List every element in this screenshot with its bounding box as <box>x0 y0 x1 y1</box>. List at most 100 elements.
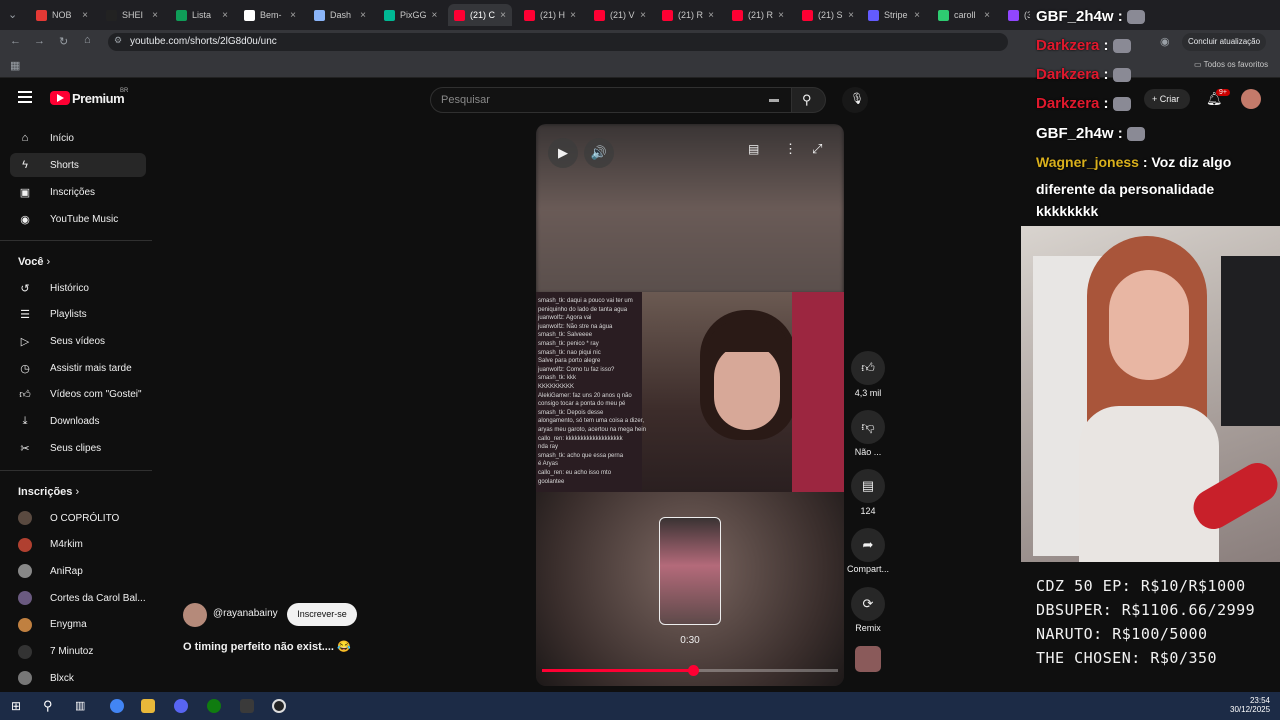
play-button[interactable]: ▶ <box>548 138 578 168</box>
sidebar-item-download[interactable]: ⤓ Downloads <box>10 410 146 434</box>
bangs-shape <box>708 322 788 352</box>
volume-button[interactable]: 🔊 <box>584 138 614 168</box>
tab-close-icon[interactable]: × <box>82 10 88 21</box>
url-field[interactable]: youtube.com/shorts/2lG8d0u/unc <box>108 33 1008 51</box>
subscriptions-section-title[interactable]: Inscrições › <box>18 486 79 498</box>
home-icon[interactable]: ⌂ <box>84 34 91 46</box>
audio-thumbnail[interactable] <box>855 646 881 672</box>
subscription-item[interactable]: 7 Minutoz <box>10 640 146 664</box>
fullscreen-icon[interactable]: ⤢ <box>812 141 822 157</box>
browser-tab[interactable]: Lista × <box>170 4 234 26</box>
browser-tab[interactable]: NOB × <box>30 4 94 26</box>
menu-icon[interactable] <box>18 91 32 103</box>
profile-icon[interactable]: ◉ <box>1160 35 1170 48</box>
sidebar-item-music[interactable]: ◉ YouTube Music <box>10 207 146 231</box>
comments-button[interactable]: ▤ <box>851 469 885 503</box>
you-section-title[interactable]: Você › <box>18 256 50 268</box>
keyboard-icon[interactable]: ▬ <box>769 94 779 105</box>
browser-tab[interactable]: Bem- × <box>238 4 302 26</box>
tab-close-icon[interactable]: × <box>640 10 646 21</box>
dislike-button[interactable]: 👎︎ <box>851 410 885 444</box>
short-player[interactable]: smash_tk: daqui a pouco vai ter um peniqu… <box>536 124 844 686</box>
create-button[interactable]: + Criar <box>1144 89 1190 109</box>
browser-tab[interactable]: (21) V × <box>588 4 652 26</box>
chrome-taskbar-icon[interactable] <box>110 699 124 713</box>
tab-close-icon[interactable]: × <box>290 10 296 21</box>
tab-close-icon[interactable]: × <box>152 10 158 21</box>
tab-close-icon[interactable]: × <box>222 10 228 21</box>
browser-tab[interactable]: (21) C × <box>448 4 512 26</box>
remix-button[interactable]: ⟳ <box>851 587 885 621</box>
sidebar-item-like[interactable]: 👍︎ Vídeos com "Gostei" <box>10 383 146 407</box>
forward-icon[interactable]: → <box>34 35 45 47</box>
explorer-taskbar-icon[interactable] <box>141 699 155 713</box>
share-button[interactable]: ➦ <box>851 528 885 562</box>
tab-close-icon[interactable]: × <box>500 10 506 21</box>
like-icon: 👍︎ <box>19 389 31 402</box>
sidebar-item-subscriptions[interactable]: ▣ Inscrições <box>10 180 146 204</box>
tab-search-icon[interactable]: ⌄ <box>8 8 17 21</box>
search-placeholder: Pesquisar <box>441 94 490 106</box>
subscription-item[interactable]: Cortes da Carol Bal... <box>10 586 146 610</box>
sidebar-item-playlist[interactable]: ☰ Playlists <box>10 303 146 327</box>
tab-favicon-icon <box>244 9 255 21</box>
site-info-icon[interactable]: ⚙ <box>114 35 122 46</box>
browser-tab[interactable]: SHEI × <box>100 4 164 26</box>
browser-tab[interactable]: (21) R × <box>656 4 720 26</box>
task-view-icon[interactable]: ▥ <box>75 699 85 712</box>
browser-tab[interactable]: caroll × <box>932 4 996 26</box>
tab-close-icon[interactable]: × <box>360 10 366 21</box>
all-favorites-link[interactable]: ▭ Todos os favoritos <box>1194 60 1268 69</box>
subscription-item[interactable]: AniRap <box>10 559 146 583</box>
subscription-item[interactable]: Blxck <box>10 666 146 690</box>
tab-close-icon[interactable]: × <box>848 10 854 21</box>
tab-close-icon[interactable]: × <box>778 10 784 21</box>
sidebar-item-history[interactable]: ↺ Histórico <box>10 276 146 300</box>
captions-icon[interactable]: ▤ <box>748 142 759 156</box>
tab-close-icon[interactable]: × <box>984 10 990 21</box>
browser-tab[interactable]: Dash × <box>308 4 372 26</box>
browser-tab[interactable]: (21) S × <box>796 4 860 26</box>
tab-close-icon[interactable]: × <box>914 10 920 21</box>
subscription-item[interactable]: Enygma <box>10 613 146 637</box>
security-taskbar-icon[interactable] <box>240 699 254 713</box>
browser-tab[interactable]: (3) c <box>1002 4 1030 26</box>
channel-name[interactable]: @rayanabainy <box>213 608 278 619</box>
xbox-taskbar-icon[interactable] <box>207 699 221 713</box>
search-input[interactable]: Pesquisar ▬ <box>430 87 792 113</box>
voice-search-button[interactable]: 🎙 <box>842 87 868 113</box>
taskbar-search-icon[interactable]: ⚲ <box>43 698 53 714</box>
sidebar-item-watch-later[interactable]: ◷ Assistir mais tarde <box>10 356 146 380</box>
browser-tab[interactable]: PixGG × <box>378 4 442 26</box>
sidebar-item-video[interactable]: ▷ Seus vídeos <box>10 329 146 353</box>
more-options-icon[interactable]: ⋮ <box>784 141 797 157</box>
subscription-item[interactable]: O COPRÓLITO <box>10 506 146 530</box>
account-avatar[interactable] <box>1241 89 1261 109</box>
sidebar-item-home[interactable]: ⌂ Início <box>10 126 146 150</box>
youtube-logo-text[interactable]: Premium <box>72 91 125 106</box>
tab-close-icon[interactable]: × <box>432 10 438 21</box>
tab-close-icon[interactable]: × <box>708 10 714 21</box>
channel-avatar[interactable] <box>183 603 207 627</box>
apps-icon[interactable]: ▦ <box>10 59 20 72</box>
browser-tab[interactable]: Stripe × <box>862 4 926 26</box>
sidebar-item-scissors[interactable]: ✂ Seus clipes <box>10 436 146 460</box>
subscription-item[interactable]: M4rkim <box>10 533 146 557</box>
tab-close-icon[interactable]: × <box>570 10 576 21</box>
sidebar-item-shorts[interactable]: ϟ Shorts <box>10 153 146 177</box>
like-button[interactable]: 👍︎ <box>851 351 885 385</box>
obs-taskbar-icon[interactable] <box>272 699 286 713</box>
back-icon[interactable]: ← <box>10 35 21 47</box>
discord-taskbar-icon[interactable] <box>174 699 188 713</box>
subscribe-button[interactable]: Inscrever-se <box>287 603 357 626</box>
tab-title: Bem- <box>260 10 282 20</box>
progress-handle[interactable] <box>687 665 699 676</box>
windows-start-icon[interactable]: ⊞ <box>11 699 21 713</box>
browser-tab[interactable]: (21) H × <box>518 4 582 26</box>
youtube-logo-icon[interactable] <box>50 91 70 105</box>
taskbar-clock[interactable]: 23:54 30/12/2025 <box>1230 696 1270 714</box>
reload-icon[interactable]: ↻ <box>59 35 68 48</box>
search-button[interactable]: ⚲ <box>792 87 826 113</box>
update-button[interactable]: Concluir atualização <box>1182 33 1266 51</box>
browser-tab[interactable]: (21) R × <box>726 4 790 26</box>
